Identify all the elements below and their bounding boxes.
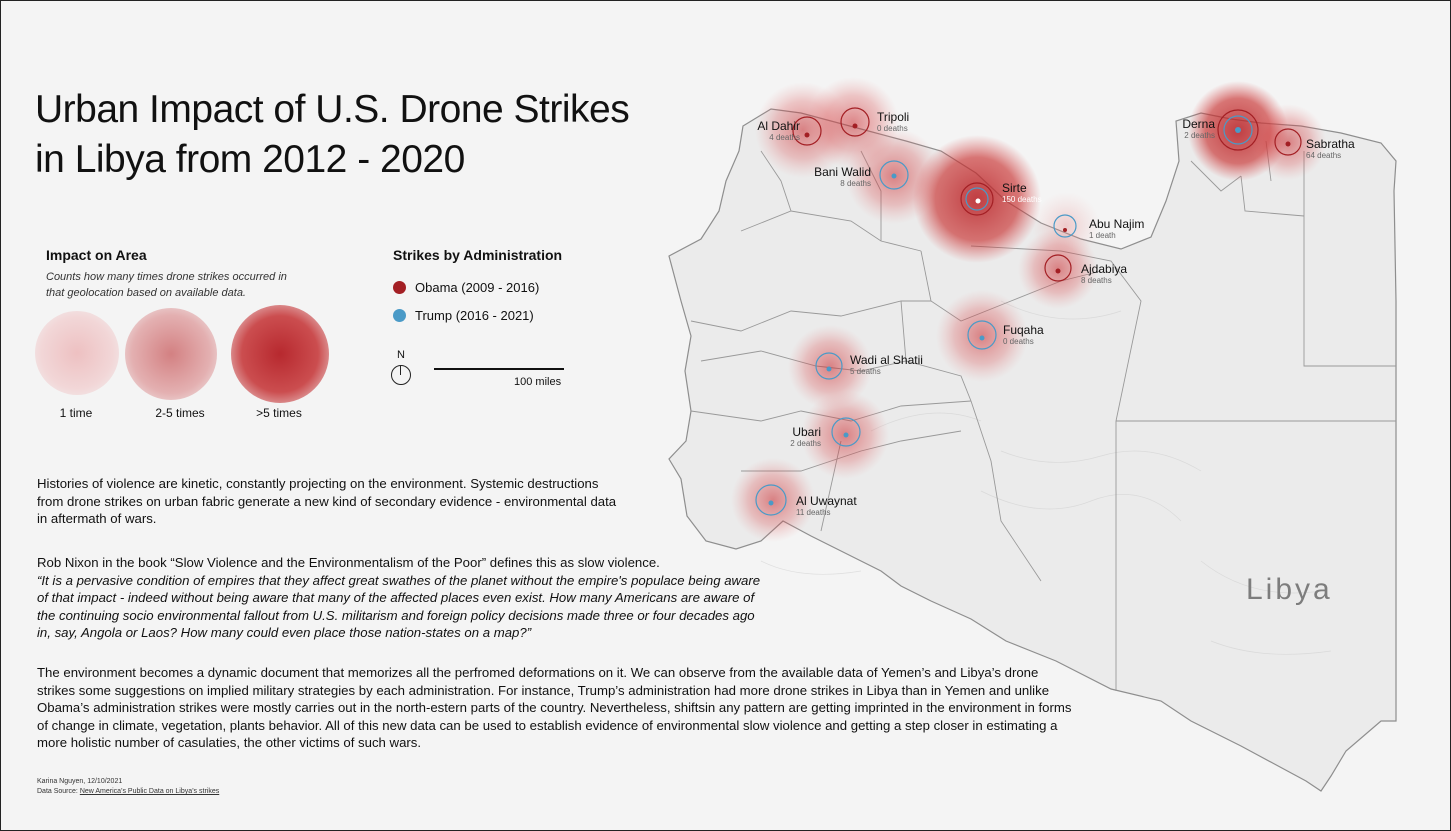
title-line-1: Urban Impact of U.S. Drone Strikes <box>35 88 630 131</box>
city-name: Al Uwaynat <box>796 494 857 508</box>
credit-author: Karina Nguyen, 12/10/2021 <box>37 778 123 785</box>
city-deaths: 8 deaths <box>1081 276 1112 285</box>
admin-label-trump: Trump (2016 - 2021) <box>415 308 534 323</box>
credit-source-prefix: Data Source: <box>37 788 80 795</box>
admin-legend-heading: Strikes by Administration <box>393 247 563 263</box>
paragraph-2: Rob Nixon in the book “Slow Violence and… <box>37 554 767 642</box>
city-label-tripoli: Tripoli 0 deaths <box>877 110 909 133</box>
country-label: Libya <box>1246 573 1333 606</box>
city-deaths: 8 deaths <box>840 179 871 188</box>
city-name: Sabratha <box>1306 137 1355 151</box>
impact-legend-heading: Impact on Area <box>46 247 147 263</box>
north-label: N <box>397 349 405 361</box>
title-line-2: in Libya from 2012 - 2020 <box>35 138 465 181</box>
city-label-derna: Derna 2 deaths <box>1171 117 1215 140</box>
city-label-bani-walid: Bani Walid 8 deaths <box>801 165 871 188</box>
city-name: Al Dahir <box>757 119 800 133</box>
city-name: Tripoli <box>877 110 910 124</box>
city-deaths: 150 deaths <box>1002 195 1042 204</box>
paragraph-3: The environment becomes a dynamic docume… <box>37 665 1072 750</box>
marker-derna <box>1217 109 1259 151</box>
impact-swatch-gt-5-times <box>231 305 329 403</box>
city-deaths: 64 deaths <box>1306 151 1342 160</box>
city-label-ajdabiya: Ajdabiya 8 deaths <box>1081 262 1127 285</box>
city-deaths: 0 deaths <box>877 124 908 133</box>
impact-label-1-time: 1 time <box>59 406 93 420</box>
impact-swatch-2-5-times <box>125 308 217 400</box>
north-arrow-icon: N <box>390 349 412 385</box>
city-label-abu-najim: Abu Najim 1 death <box>1089 217 1144 240</box>
city-deaths: 1 death <box>1089 231 1116 240</box>
impact-label-gt-5-times: >5 times <box>256 406 302 420</box>
scale-bar <box>434 368 564 370</box>
city-name: Ajdabiya <box>1081 262 1128 276</box>
credit: Karina Nguyen, 12/10/2021 Data Source: N… <box>37 777 219 797</box>
city-name: Derna <box>1182 117 1215 131</box>
city-label-ubari: Ubari 2 deaths <box>777 425 821 448</box>
city-label-fuqaha: Fuqaha 0 deaths <box>1003 323 1044 346</box>
infographic-frame: Libya Al Dahir 4 deaths Tripoli 0 deaths… <box>0 0 1451 831</box>
scale-label: 100 miles <box>514 376 562 388</box>
admin-legend-obama: Obama (2009 - 2016) <box>393 280 539 295</box>
city-deaths: 0 deaths <box>1003 337 1034 346</box>
data-source-link[interactable]: New America’s Public Data on Libya’s str… <box>80 788 219 795</box>
city-deaths: 2 deaths <box>1184 131 1215 140</box>
impact-swatch-1-time <box>35 311 119 395</box>
city-name: Abu Najim <box>1089 217 1145 231</box>
admin-label-obama: Obama (2009 - 2016) <box>415 280 540 295</box>
city-deaths: 4 deaths <box>769 133 800 142</box>
city-label-wadi-al-shatii: Wadi al Shatii 5 deaths <box>850 353 923 376</box>
marker-sirte <box>960 182 994 216</box>
city-name: Sirte <box>1002 181 1027 195</box>
city-label-al-dahir: Al Dahir 4 deaths <box>744 119 800 142</box>
compass-icon <box>391 365 411 385</box>
city-name: Wadi al Shatii <box>850 353 923 367</box>
city-label-sirte: Sirte 150 deaths <box>1002 181 1042 204</box>
paragraph-2-intro: Rob Nixon in the book “Slow Violence and… <box>37 555 660 570</box>
city-deaths: 2 deaths <box>790 439 821 448</box>
impact-legend-subtitle: Counts how many times drone strikes occu… <box>46 271 287 299</box>
admin-legend-trump: Trump (2016 - 2021) <box>393 308 534 323</box>
city-name: Bani Walid <box>814 165 871 179</box>
credit-source: Data Source: New America’s Public Data o… <box>37 787 219 797</box>
trump-dot-icon <box>393 309 406 322</box>
city-label-al-uwaynat: Al Uwaynat 11 deaths <box>796 494 857 517</box>
city-name: Fuqaha <box>1003 323 1044 337</box>
paragraph-1: Histories of violence are kinetic, const… <box>37 476 617 526</box>
city-name: Ubari <box>792 425 821 439</box>
city-deaths: 5 deaths <box>850 367 881 376</box>
city-deaths: 11 deaths <box>796 508 831 517</box>
city-label-sabratha: Sabratha 64 deaths <box>1306 137 1355 160</box>
obama-dot-icon <box>393 281 406 294</box>
page-title: Urban Impact of U.S. Drone Strikes in Li… <box>35 85 630 185</box>
paragraph-2-quote: “It is a pervasive condition of empires … <box>37 572 761 641</box>
impact-label-2-5-times: 2-5 times <box>155 406 205 420</box>
